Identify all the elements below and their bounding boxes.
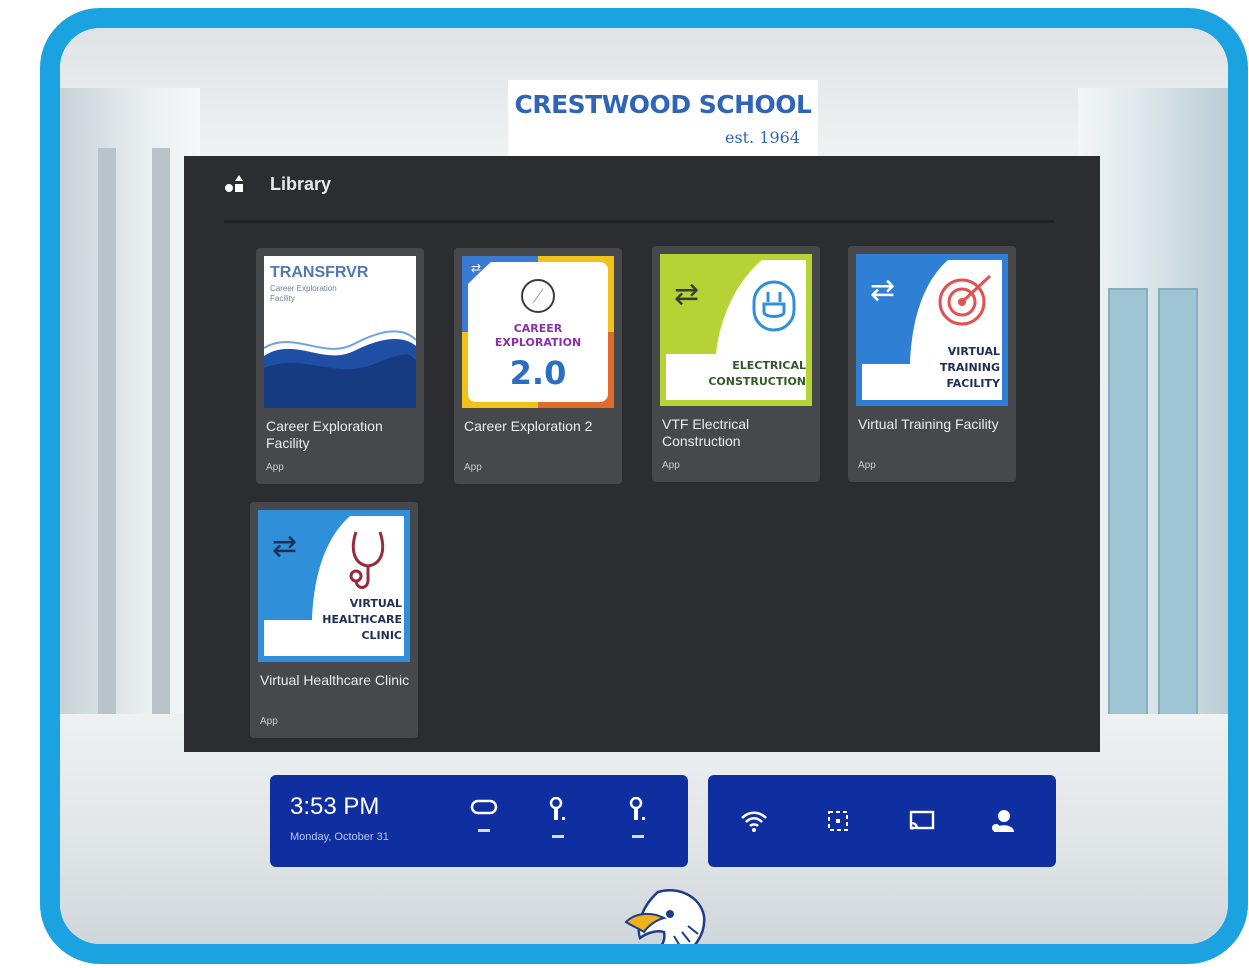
art-line3: FACILITY [946,377,1000,390]
svg-text:⇄: ⇄ [272,529,297,564]
library-divider [224,220,1054,223]
app-tile-career-exploration-2[interactable]: ⇄ CAREER EXPLORATION 2.0 Career Explorat… [454,248,622,484]
profile-icon[interactable] [984,801,1024,841]
library-panel: Library TRANSFRVR Career Exploration Fac… [184,156,1100,752]
art-line3: CLINIC [361,629,402,642]
right-controller-icon[interactable] [620,797,656,853]
school-name: CRESTWOOD SCHOOL [514,90,812,119]
art-line2: HEALTHCARE [322,613,402,626]
app-type: App [266,462,284,473]
app-type: App [858,460,876,471]
wifi-icon[interactable] [734,801,774,841]
vr-viewport: CRESTWOOD SCHOOL est. 1964 Library TRANS… [40,8,1248,964]
library-header: Library [224,166,331,202]
app-name: Virtual Training Facility [858,416,999,432]
art-line2: CONSTRUCTION [708,375,806,388]
art-line1: VIRTUAL [349,597,402,610]
library-icon [225,175,243,192]
app-type: App [260,716,278,727]
art-line1: ELECTRICAL [732,359,806,372]
app-thumbnail: ⇄ ELECTRICAL CONSTRUCTION [660,254,812,406]
app-name: VTF Electrical Construction [662,416,750,449]
school-established: est. 1964 [725,128,800,147]
art-line1: CAREER [513,322,563,335]
headset-icon[interactable] [466,797,502,853]
hallway-windows [60,88,200,788]
app-thumbnail: ⇄ VIRTUAL TRAINING FACILITY [856,254,1008,406]
app-tile-career-exploration-facility[interactable]: TRANSFRVR Career Exploration Facility Ca… [256,248,424,484]
app-thumbnail: ⇄ CAREER EXPLORATION 2.0 [462,256,614,408]
cast-icon[interactable] [902,801,942,841]
clock-date: Monday, October 31 [290,831,389,843]
app-thumbnail: ⇄ VIRTUAL HEALTHCARE CLINIC [258,510,410,662]
eagle-mascot-logo [618,886,710,944]
app-tile-virtual-healthcare-clinic[interactable]: ⇄ VIRTUAL HEALTHCARE CLINIC Virtual Heal… [250,502,418,738]
art-line1: VIRTUAL [947,345,1000,358]
guardian-icon[interactable] [818,801,858,841]
svg-text:⇄: ⇄ [870,273,895,308]
hallway-lockers [1078,88,1228,788]
svg-text:⇄: ⇄ [471,261,481,275]
universal-menu-status: 3:53 PM Monday, October 31 [270,775,688,867]
left-controller-icon[interactable] [540,797,576,853]
school-sign: CRESTWOOD SCHOOL est. 1964 [508,80,818,164]
app-tile-virtual-training-facility[interactable]: ⇄ VIRTUAL TRAINING FACILITY Virtual Trai… [848,246,1016,482]
art-version: 2.0 [509,354,567,392]
clock-time: 3:53 PM [290,793,380,820]
svg-text:⇄: ⇄ [674,277,699,312]
art-heading: TRANSFRVR [270,264,369,281]
app-name: Virtual Healthcare Clinic [260,672,410,688]
app-name: Career Exploration 2 [464,418,593,434]
app-name: Career Exploration Facility [266,418,383,451]
library-title: Library [270,173,332,194]
art-subheading: Career Exploration Facility [270,284,337,303]
art-line2: TRAINING [939,361,1000,374]
app-type: App [662,460,680,471]
quick-settings-bar [708,775,1056,867]
app-tile-vtf-electrical-construction[interactable]: ⇄ ELECTRICAL CONSTRUCTION VTF Electrical… [652,246,820,482]
art-line2: EXPLORATION [494,336,582,349]
app-type: App [464,462,482,473]
app-thumbnail: TRANSFRVR Career Exploration Facility [264,256,416,408]
